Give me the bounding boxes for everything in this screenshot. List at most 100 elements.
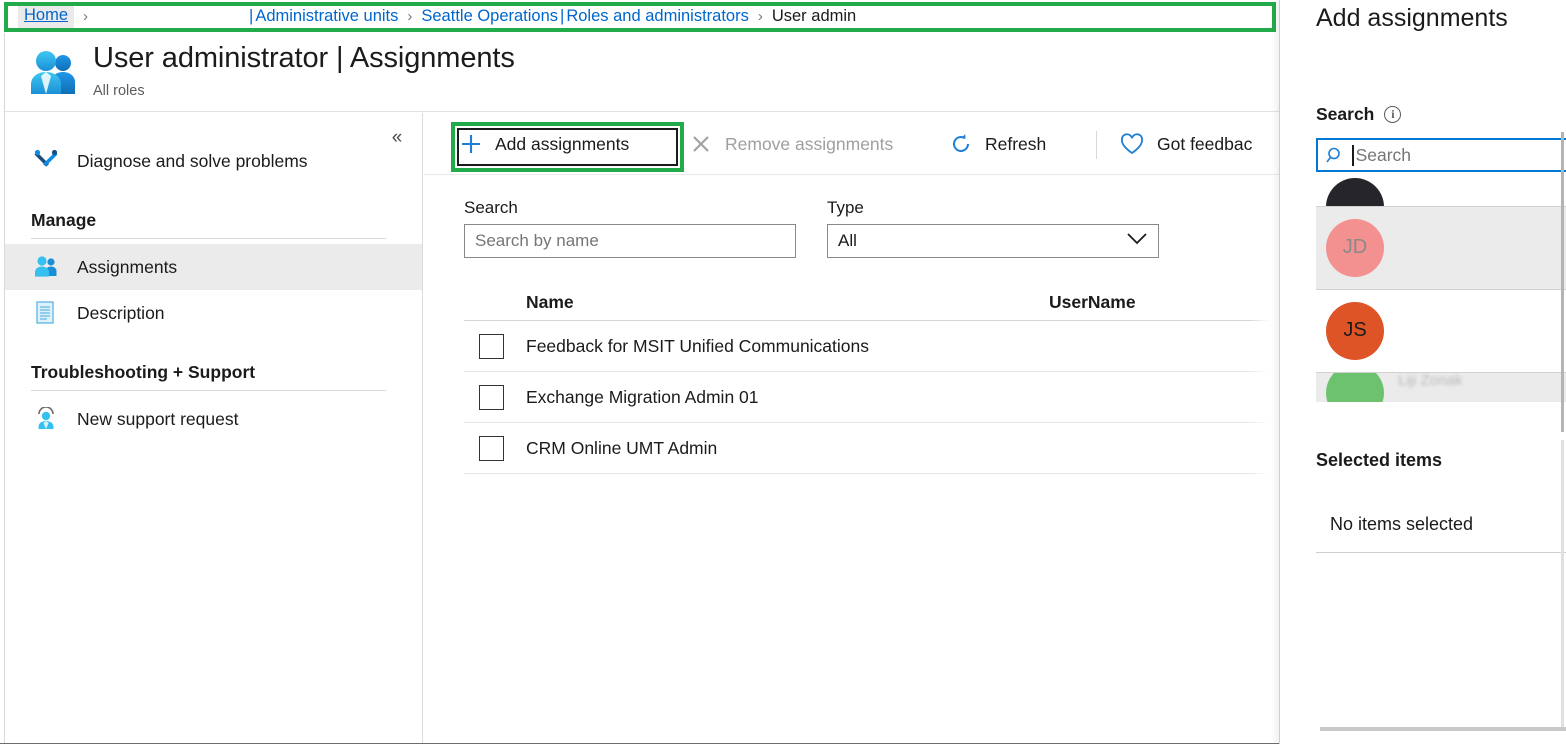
assignments-table: Name UserName Feedback for MSIT Unified … [464,285,1279,474]
list-item[interactable]: JD [1316,206,1566,289]
breadcrumb-separator-3: › [757,7,763,25]
support-person-icon [31,406,61,432]
breadcrumb-administrative-units[interactable]: Administrative units [255,7,398,26]
list-item-label: Liji Zonak [1398,372,1463,389]
page-header: User administrator | Assignments All rol… [5,34,1279,112]
panel-title: Add assignments [1316,4,1508,32]
text-cursor [1352,144,1354,166]
portal-root: Home › | Administrative units › Seattle … [0,0,1566,744]
search-icon [1326,146,1345,165]
list-divider [1316,289,1566,290]
panel-search-label: Search i [1316,104,1402,125]
search-label: Search [464,198,518,217]
add-assignments-panel: Add assignments Search i Search JD JS Li… [1279,0,1566,744]
heart-icon [1119,132,1145,156]
row-checkbox[interactable] [479,384,504,410]
chevron-down-icon [1126,231,1148,251]
breadcrumb-seattle-operations[interactable]: Seattle Operations [421,7,558,26]
panel-bottom-divider [1320,727,1566,731]
users-icon [31,254,61,280]
refresh-button[interactable]: Refresh [949,124,1046,164]
x-icon [689,132,713,156]
table-header-row: Name UserName [464,285,1279,321]
type-select[interactable]: All [827,224,1159,258]
column-header-username[interactable]: UserName [1049,292,1279,313]
avatar [1326,372,1384,402]
selected-items-title: Selected items [1316,450,1443,470]
add-assignments-label: Add assignments [495,133,630,154]
users-icon [27,48,81,98]
table-row[interactable]: CRM Online UMT Admin [464,423,1279,474]
filter-bar: Search Type All [424,175,1279,285]
row-checkbox-cell [464,384,526,410]
breadcrumb-pipe-1: | [249,6,254,25]
selected-items-empty: No items selected [1330,514,1474,534]
breadcrumb-roles-administrators[interactable]: Roles and administrators [566,7,749,26]
type-label: Type [827,198,864,217]
row-checkbox[interactable] [479,435,504,461]
row-name: Feedback for MSIT Unified Communications [526,335,870,356]
refresh-icon [949,132,973,156]
type-select-value: All [838,231,857,250]
got-feedback-label: Got feedbac [1157,133,1253,154]
sidebar-item-label: New support request [77,408,239,429]
column-header-name[interactable]: Name [526,292,1049,313]
remove-assignments-label: Remove assignments [725,133,894,154]
breadcrumb-redacted-segment[interactable] [97,5,248,27]
row-checkbox-cell [464,333,526,359]
breadcrumb-pipe-2: | [560,6,565,25]
panel-search-input[interactable]: Search [1316,138,1566,172]
sidebar-divider-2 [31,390,386,391]
toolbar-divider [1096,131,1097,159]
row-name: CRM Online UMT Admin [526,437,718,458]
command-toolbar: Add assignments Remove assignments Refre… [424,113,1279,175]
sidebar-divider-1 [31,238,386,239]
row-name: Exchange Migration Admin 01 [526,386,759,407]
sidebar-item-new-support-request[interactable]: New support request [5,396,422,442]
avatar [1326,178,1384,206]
remove-assignments-button[interactable]: Remove assignments [689,124,893,164]
breadcrumb-separator: › [83,7,89,25]
sidebar-item-label: Description [77,302,165,323]
row-checkbox-cell [464,435,526,461]
selected-items-divider [1316,552,1566,553]
sidebar: « Diagnose and solve problems Manage Ass… [5,113,423,744]
page-title: User administrator | Assignments [93,42,515,74]
list-divider [1316,206,1566,207]
add-assignments-button[interactable]: Add assignments [459,124,629,164]
panel-scrollbar-thumb[interactable] [1561,132,1564,432]
sidebar-item-label: Assignments [77,256,178,277]
info-icon[interactable]: i [1384,106,1402,123]
panel-search-label-text: Search [1316,104,1375,124]
sidebar-section-manage: Manage [31,210,97,230]
list-item[interactable]: Liji Zonak [1316,372,1566,402]
table-row[interactable]: Exchange Migration Admin 01 [464,372,1279,423]
search-input[interactable] [464,224,796,258]
plus-icon [459,132,483,156]
list-item[interactable] [1316,178,1566,206]
row-checkbox[interactable] [479,333,504,359]
sidebar-item-assignments[interactable]: Assignments [5,244,422,290]
breadcrumb: Home › | Administrative units › Seattle … [0,0,1279,32]
wrench-screwdriver-icon [31,148,61,174]
list-item[interactable]: JS [1316,289,1566,372]
sidebar-item-label: Diagnose and solve problems [77,150,308,171]
panel-search-placeholder: Search [1355,144,1412,165]
avatar: JS [1326,301,1384,360]
refresh-label: Refresh [985,133,1047,154]
table-row[interactable]: Feedback for MSIT Unified Communications [464,321,1279,372]
avatar: JD [1326,218,1384,277]
panel-scrollbar-track[interactable] [1561,440,1564,730]
sidebar-item-diagnose[interactable]: Diagnose and solve problems [5,138,422,184]
breadcrumb-separator-2: › [407,7,413,25]
breadcrumb-current: User admin [771,6,857,25]
sidebar-section-troubleshooting: Troubleshooting + Support [31,362,256,382]
breadcrumb-home-link[interactable]: Home [18,4,75,28]
collapse-sidebar-button[interactable]: « [384,125,410,151]
panel-results-list[interactable]: JD JS Liji Zonak [1316,178,1566,428]
document-icon [31,300,61,326]
content-clip-fade [1249,285,1279,585]
sidebar-item-description[interactable]: Description [5,290,422,336]
got-feedback-button[interactable]: Got feedbac [1119,124,1252,164]
page-subtitle: All roles [93,83,145,99]
